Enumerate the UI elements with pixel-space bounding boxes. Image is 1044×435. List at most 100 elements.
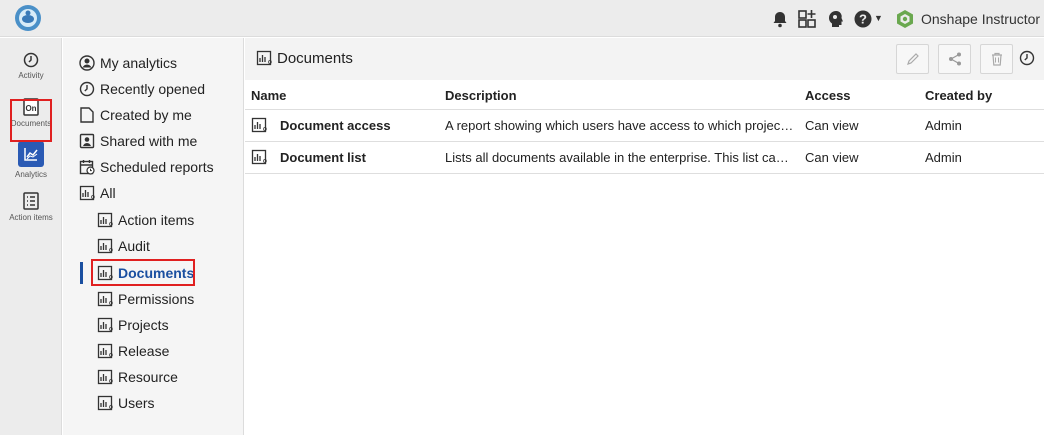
rail-item-activity[interactable]: Activity xyxy=(0,52,62,80)
cell-access: Can view xyxy=(805,141,925,174)
row-name-text: Document list xyxy=(280,149,366,165)
page-title: Documents xyxy=(277,50,353,67)
cell-name[interactable]: On Document list xyxy=(245,141,445,174)
help-icon[interactable]: ? xyxy=(853,9,873,29)
nav-item-audit[interactable]: On Audit xyxy=(97,235,150,257)
bell-icon[interactable] xyxy=(770,9,790,29)
nav-label: Release xyxy=(118,343,170,359)
report-icon: On xyxy=(251,149,267,165)
svg-text:On: On xyxy=(109,301,113,307)
nav-item-recently-opened[interactable]: Recently opened xyxy=(79,78,205,100)
main-content: On Documents Name Description Access Cre… xyxy=(245,38,1044,435)
cell-description: Lists all documents available in the ent… xyxy=(445,141,805,174)
nav-label: Shared with me xyxy=(100,133,198,149)
svg-text:On: On xyxy=(109,379,113,385)
help-caret-icon[interactable]: ▼ xyxy=(874,13,884,23)
user-circle-icon xyxy=(79,55,95,71)
nav-item-resource[interactable]: On Resource xyxy=(97,366,178,388)
nav-label: My analytics xyxy=(100,55,178,71)
history-icon[interactable] xyxy=(1019,50,1035,66)
report-icon: On xyxy=(97,369,113,385)
rail-label-activity: Activity xyxy=(18,71,44,80)
report-icon: On xyxy=(97,291,113,307)
nav-item-projects[interactable]: On Projects xyxy=(97,314,169,336)
nav-item-scheduled-reports[interactable]: Scheduled reports xyxy=(79,156,214,178)
nav-label: Projects xyxy=(118,317,169,333)
cell-name[interactable]: On Document access xyxy=(245,109,445,142)
rail-label-action-items: Action items xyxy=(9,213,53,222)
nav-label: All xyxy=(100,185,116,201)
report-icon: On xyxy=(97,212,113,228)
svg-text:On: On xyxy=(109,405,113,411)
nav-item-shared-with-me[interactable]: Shared with me xyxy=(79,130,197,152)
column-header-access[interactable]: Access xyxy=(805,83,925,110)
checklist-icon xyxy=(23,192,39,210)
cell-created-by: Admin xyxy=(925,109,1044,142)
table-row[interactable]: On Document access A report showing whic… xyxy=(245,109,1044,142)
report-icon: On xyxy=(97,317,113,333)
share-icon xyxy=(948,52,961,66)
cell-access: Can view xyxy=(805,109,925,142)
rail-item-action-items[interactable]: Action items xyxy=(0,192,62,222)
edit-icon xyxy=(906,53,919,65)
shared-user-icon xyxy=(79,133,95,149)
nav-item-my-analytics[interactable]: My analytics xyxy=(79,52,177,74)
nav-label: Audit xyxy=(118,238,150,254)
svg-text:?: ? xyxy=(859,12,867,27)
nav-item-users[interactable]: On Users xyxy=(97,392,155,414)
documents-highlight-box xyxy=(91,259,195,286)
table-header-row: Name Description Access Created by xyxy=(245,83,1044,110)
nav-label: Created by me xyxy=(100,107,192,123)
share-button[interactable] xyxy=(938,44,971,74)
active-indicator xyxy=(80,262,83,284)
rail-item-analytics[interactable]: Analytics xyxy=(0,141,62,179)
nav-item-action-items[interactable]: On Action items xyxy=(97,209,194,231)
report-icon: On xyxy=(256,50,275,66)
clock-icon xyxy=(79,81,95,97)
nav-item-permissions[interactable]: On Permissions xyxy=(97,288,194,310)
analytics-nav-panel: My analytics Recently opened Created by … xyxy=(63,38,244,435)
document-icon xyxy=(79,107,95,123)
clock-icon xyxy=(23,52,39,68)
svg-text:On: On xyxy=(109,327,113,333)
edit-button[interactable] xyxy=(896,44,929,74)
row-description-text: Lists all documents available in the ent… xyxy=(445,149,795,165)
cell-created-by: Admin xyxy=(925,141,1044,174)
column-header-created-by[interactable]: Created by xyxy=(925,83,1044,110)
svg-text:On: On xyxy=(263,159,267,165)
calendar-icon xyxy=(79,159,95,175)
nav-item-release[interactable]: On Release xyxy=(97,340,169,362)
table-row[interactable]: On Document list Lists all documents ava… xyxy=(245,141,1044,174)
svg-text:On: On xyxy=(91,195,95,201)
org-logo-icon xyxy=(895,9,915,29)
learning-icon[interactable] xyxy=(826,9,846,29)
report-icon: On xyxy=(79,185,95,201)
user-menu[interactable]: Onshape Instructor ▼ xyxy=(895,8,1044,30)
nav-label: Action items xyxy=(118,212,195,228)
column-header-description[interactable]: Description xyxy=(445,83,805,110)
main-header: On Documents xyxy=(245,38,1044,80)
delete-button[interactable] xyxy=(980,44,1013,74)
reports-table: Name Description Access Created by On Do… xyxy=(245,83,1044,174)
nav-item-created-by-me[interactable]: Created by me xyxy=(79,104,192,126)
report-icon: On xyxy=(97,343,113,359)
nav-item-all[interactable]: On All xyxy=(79,182,116,204)
cell-description: A report showing which users have access… xyxy=(445,109,805,142)
app-logo-icon[interactable] xyxy=(14,4,42,32)
app-store-icon[interactable] xyxy=(797,9,817,29)
analytics-highlight-box xyxy=(10,99,52,142)
report-icon: On xyxy=(97,395,113,411)
nav-label: Resource xyxy=(118,369,178,385)
nav-label: Permissions xyxy=(118,291,195,307)
nav-label: Users xyxy=(118,395,155,411)
svg-text:On: On xyxy=(109,222,113,228)
chart-icon xyxy=(18,141,44,167)
svg-text:On: On xyxy=(109,353,113,359)
trash-icon xyxy=(991,52,1002,66)
left-rail: Activity On Documents Analytics Action i… xyxy=(0,38,62,435)
top-bar: ? ▼ Onshape Instructor ▼ xyxy=(0,0,1044,37)
user-name: Onshape Instructor xyxy=(921,11,1041,27)
nav-label: Scheduled reports xyxy=(100,159,214,175)
row-description-text: A report showing which users have access… xyxy=(445,117,795,133)
column-header-name[interactable]: Name xyxy=(245,83,445,110)
